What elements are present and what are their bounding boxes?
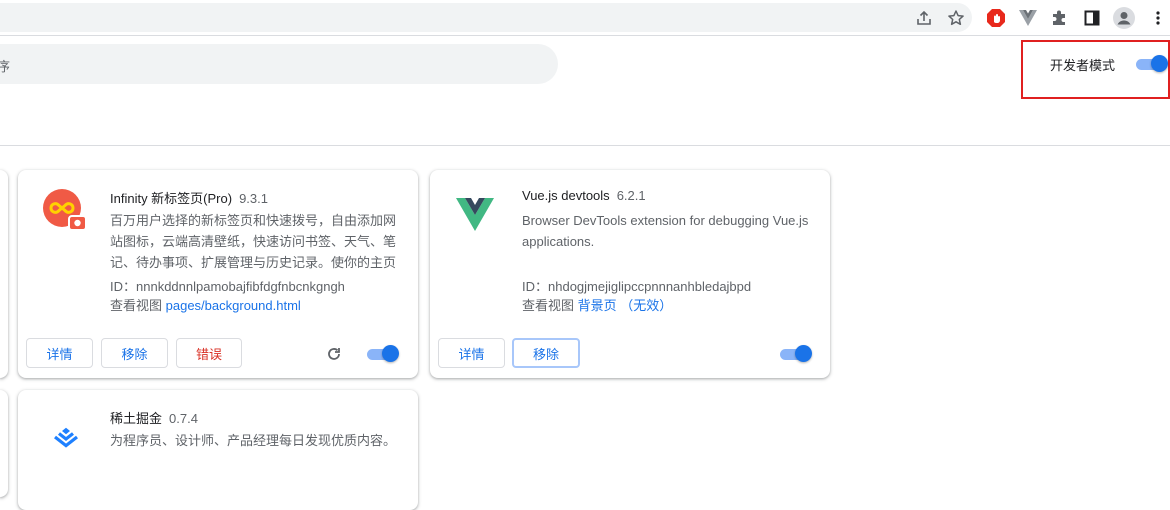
extension-id: ID：nhdogjmejiglipccpnnnanhbledajbpd <box>522 276 751 295</box>
extension-title: Infinity 新标签页(Pro) <box>110 191 233 206</box>
star-icon[interactable] <box>944 6 968 30</box>
extension-name: Vue.js devtools 6.2.1 <box>522 188 646 203</box>
browser-toolbar <box>0 0 1170 36</box>
extension-title: 稀土掘金 <box>110 411 163 426</box>
juejin-logo-icon <box>42 408 90 456</box>
extension-version: 0.7.4 <box>169 411 198 426</box>
extension-enable-toggle[interactable] <box>365 345 399 363</box>
side-panel-icon[interactable] <box>1080 6 1104 30</box>
extension-version: 9.3.1 <box>239 191 268 206</box>
developer-mode-label: 开发者模式 <box>1050 58 1116 73</box>
developer-mode-toggle[interactable] <box>1134 55 1168 73</box>
details-button[interactable]: 详情 <box>26 338 93 368</box>
id-value: nnnkddnnlpamobajfibfdgfnbcnkgngh <box>136 279 345 294</box>
search-extensions-input[interactable]: 序 <box>0 44 558 84</box>
header-divider <box>0 145 1170 146</box>
extension-description: 为程序员、设计师、产品经理每日发现优质内容。 <box>110 433 397 448</box>
inspect-views: 查看视图 背景页 （无效） <box>522 295 672 314</box>
extension-description: 百万用户选择的新标签页和快速拨号，自由添加网站图标，云端高清壁纸，快速访问书签、… <box>110 213 397 270</box>
details-button[interactable]: 详情 <box>438 338 505 368</box>
partial-extension-card <box>0 170 8 378</box>
infinity-logo-icon <box>42 188 90 236</box>
adblock-icon[interactable] <box>984 6 1008 30</box>
reload-icon[interactable] <box>325 345 343 363</box>
profile-avatar-icon[interactable] <box>1112 6 1136 30</box>
extension-id: ID：nnnkddnnlpamobajfibfdgfnbcnkgngh <box>110 276 345 295</box>
address-bar[interactable] <box>0 3 972 32</box>
background-page-link[interactable]: 背景页 （无效） <box>578 298 673 313</box>
remove-button[interactable]: 移除 <box>512 338 580 368</box>
kebab-menu-icon[interactable] <box>1146 6 1170 30</box>
background-page-link[interactable]: pages/background.html <box>166 298 301 313</box>
extension-version: 6.2.1 <box>616 188 646 203</box>
extension-name: 稀土掘金 0.7.4 <box>110 408 198 427</box>
inspect-views-label: 查看视图 <box>522 298 575 313</box>
share-icon[interactable] <box>912 6 936 30</box>
extension-card-juejin: 稀土掘金 0.7.4 为程序员、设计师、产品经理每日发现优质内容。 <box>18 390 418 510</box>
extension-title: Vue.js devtools <box>522 188 610 203</box>
id-label: ID： <box>522 279 549 294</box>
extension-name: Infinity 新标签页(Pro) 9.3.1 <box>110 188 268 207</box>
vue-devtools-icon[interactable] <box>1016 6 1040 30</box>
extension-enable-toggle[interactable] <box>778 345 812 363</box>
partial-extension-card <box>0 390 8 497</box>
extension-description: Browser DevTools extension for debugging… <box>522 213 809 249</box>
inspect-views: 查看视图 pages/background.html <box>110 295 301 314</box>
extension-card-vue-devtools: Vue.js devtools 6.2.1 Browser DevTools ex… <box>430 170 830 378</box>
extensions-puzzle-icon[interactable] <box>1048 6 1072 30</box>
id-value: nhdogjmejiglipccpnnnanhbledajbpd <box>548 279 752 294</box>
inspect-views-label: 查看视图 <box>110 298 163 313</box>
extension-card-infinity: Infinity 新标签页(Pro) 9.3.1 百万用户选择的新标签页和快速拨号… <box>18 170 418 378</box>
errors-button[interactable]: 错误 <box>176 338 242 368</box>
id-label: ID： <box>110 279 137 294</box>
search-placeholder-fragment: 序 <box>0 59 11 74</box>
remove-button[interactable]: 移除 <box>101 338 168 368</box>
vue-logo-icon <box>454 188 502 236</box>
